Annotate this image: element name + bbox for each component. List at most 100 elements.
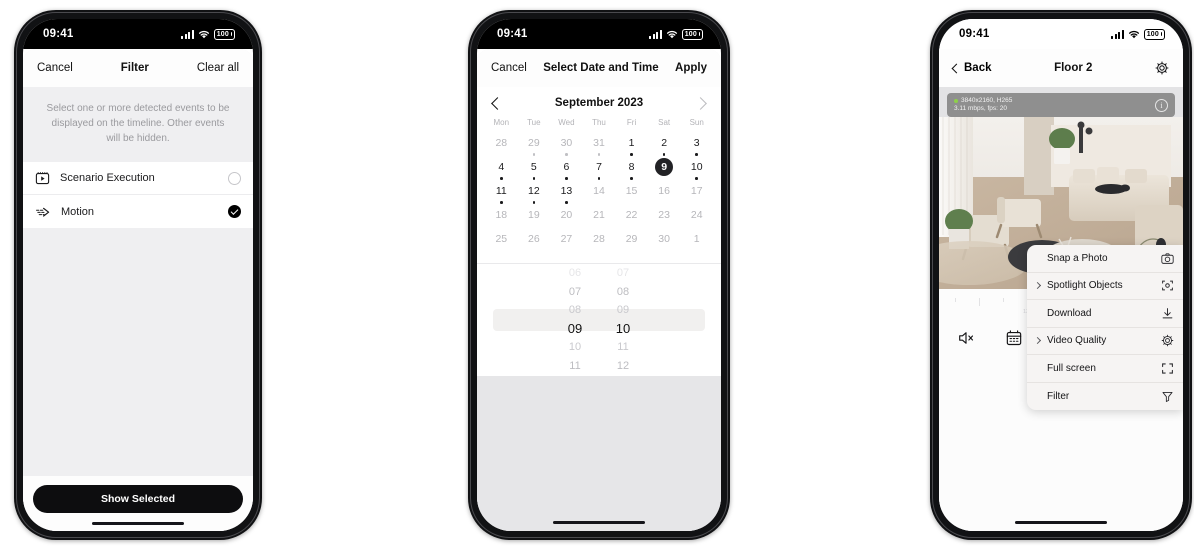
list-item[interactable]: Scenario Execution xyxy=(23,162,253,195)
menu-item-label: Video Quality xyxy=(1047,335,1107,347)
calendar-day[interactable]: 29 xyxy=(615,229,648,253)
calendar-day[interactable]: 20 xyxy=(550,205,583,229)
calendar-day-number: 26 xyxy=(528,233,540,246)
hour-option[interactable]: 09 xyxy=(551,320,599,339)
calendar-day[interactable]: 19 xyxy=(518,205,551,229)
cellular-bars-icon xyxy=(649,29,662,39)
status-indicators: 100 xyxy=(181,28,235,40)
calendar-button[interactable] xyxy=(1003,327,1025,349)
calendar-day[interactable]: 13 xyxy=(550,181,583,205)
list-item[interactable]: Motion xyxy=(23,195,253,228)
scenario-execution-icon xyxy=(35,171,50,185)
chevron-right-icon[interactable] xyxy=(694,96,707,110)
calendar-day[interactable]: 22 xyxy=(615,205,648,229)
calendar-day[interactable]: 18 xyxy=(485,205,518,229)
home-indicator[interactable] xyxy=(553,520,645,524)
radio-selected[interactable] xyxy=(228,205,241,218)
calendar-day[interactable]: 8 xyxy=(615,157,648,181)
menu-item-download[interactable]: Download xyxy=(1027,300,1183,328)
calendar-day[interactable]: 6 xyxy=(550,157,583,181)
calendar-day[interactable]: 30 xyxy=(550,133,583,157)
home-indicator[interactable] xyxy=(92,521,184,525)
minute-option[interactable]: 09 xyxy=(599,301,647,320)
status-bar: 09:41 100 xyxy=(23,19,253,49)
calendar-day[interactable]: 24 xyxy=(680,205,713,229)
calendar-day[interactable]: 28 xyxy=(583,229,616,253)
calendar-day[interactable]: 28 xyxy=(485,133,518,157)
calendar-day[interactable]: 12 xyxy=(518,181,551,205)
stream-info-bar: 3840x2160, H265 3.11 mbps, fps: 20 i xyxy=(947,93,1175,117)
calendar-day[interactable]: 31 xyxy=(583,133,616,157)
radio-unselected[interactable] xyxy=(228,171,241,185)
wifi-icon xyxy=(666,30,678,39)
hour-option[interactable]: 10 xyxy=(551,338,599,357)
calendar-day-number: 3 xyxy=(693,137,700,150)
calendar-day[interactable]: 25 xyxy=(485,229,518,253)
calendar-day-number: 31 xyxy=(593,137,605,150)
time-picker[interactable]: 06070809101112 07080910111213 xyxy=(477,264,721,376)
clear-all-button[interactable]: Clear all xyxy=(197,62,239,74)
menu-item-label: Filter xyxy=(1047,390,1070,402)
menu-item-snap-a-photo[interactable]: Snap a Photo xyxy=(1027,245,1183,273)
calendar-day[interactable]: 15 xyxy=(615,181,648,205)
camera-navbar: Back Floor 2 xyxy=(939,49,1183,87)
datetime-navbar: Cancel Select Date and Time Apply xyxy=(477,49,721,87)
event-dot xyxy=(500,177,503,180)
apply-button[interactable]: Apply xyxy=(675,62,707,74)
date-time-sheet: Cancel Select Date and Time Apply Septem… xyxy=(477,49,721,531)
calendar-day[interactable]: 21 xyxy=(583,205,616,229)
calendar-day[interactable]: 11 xyxy=(485,181,518,205)
calendar-day[interactable]: 26 xyxy=(518,229,551,253)
gear-icon[interactable] xyxy=(1155,61,1169,75)
hour-option[interactable]: 08 xyxy=(551,301,599,320)
calendar-day[interactable]: 9 xyxy=(648,157,681,181)
screenshot-stage: 09:41 100 Cancel Filter Clear all Select… xyxy=(0,0,1194,546)
back-button[interactable]: Back xyxy=(951,62,992,74)
calendar-day[interactable]: 30 xyxy=(648,229,681,253)
event-dot xyxy=(597,177,601,180)
minute-wheel[interactable]: 07080910111213 xyxy=(599,264,647,376)
calendar-day-number: 20 xyxy=(560,209,573,222)
cancel-button[interactable]: Cancel xyxy=(37,62,73,74)
minute-option[interactable]: 08 xyxy=(599,283,647,302)
calendar-day[interactable]: 7 xyxy=(583,157,616,181)
info-icon[interactable]: i xyxy=(1155,98,1168,112)
home-indicator[interactable] xyxy=(1015,520,1107,524)
hour-wheel[interactable]: 06070809101112 xyxy=(551,264,599,376)
calendar-day[interactable]: 5 xyxy=(518,157,551,181)
minute-option[interactable]: 07 xyxy=(599,264,647,283)
menu-item-filter[interactable]: Filter xyxy=(1027,383,1183,411)
minute-option[interactable]: 13 xyxy=(599,375,647,376)
hour-option[interactable]: 07 xyxy=(551,283,599,302)
hour-option[interactable]: 12 xyxy=(551,375,599,376)
hour-option[interactable]: 06 xyxy=(551,264,599,283)
minute-option[interactable]: 11 xyxy=(599,338,647,357)
calendar-day[interactable]: 10 xyxy=(680,157,713,181)
calendar-day[interactable]: 16 xyxy=(648,181,681,205)
menu-item-full-screen[interactable]: Full screen xyxy=(1027,355,1183,383)
calendar-day-number: 16 xyxy=(658,185,670,198)
calendar-day[interactable]: 23 xyxy=(648,205,681,229)
calendar-day[interactable]: 3 xyxy=(680,133,713,157)
calendar-day[interactable]: 17 xyxy=(680,181,713,205)
hour-option[interactable]: 11 xyxy=(551,357,599,376)
show-selected-button[interactable]: Show Selected xyxy=(33,484,243,513)
chevron-left-icon[interactable] xyxy=(491,96,504,110)
calendar-day[interactable]: 29 xyxy=(518,133,551,157)
cancel-button[interactable]: Cancel xyxy=(491,62,527,74)
weekday-label: Wed xyxy=(558,118,575,127)
event-dot xyxy=(565,153,568,156)
mute-button[interactable] xyxy=(955,327,977,349)
event-dot xyxy=(565,177,568,180)
calendar-day[interactable]: 27 xyxy=(550,229,583,253)
menu-item-spotlight-objects[interactable]: Spotlight Objects xyxy=(1027,273,1183,300)
calendar-day[interactable]: 2 xyxy=(648,133,681,157)
menu-item-video-quality[interactable]: Video Quality xyxy=(1027,328,1183,355)
calendar-day[interactable]: 14 xyxy=(583,181,616,205)
minute-option[interactable]: 10 xyxy=(599,320,647,339)
calendar-day-number: 17 xyxy=(690,185,703,198)
calendar-day[interactable]: 1 xyxy=(615,133,648,157)
minute-option[interactable]: 12 xyxy=(599,357,647,376)
calendar-day[interactable]: 1 xyxy=(680,229,713,253)
calendar-day[interactable]: 4 xyxy=(485,157,518,181)
